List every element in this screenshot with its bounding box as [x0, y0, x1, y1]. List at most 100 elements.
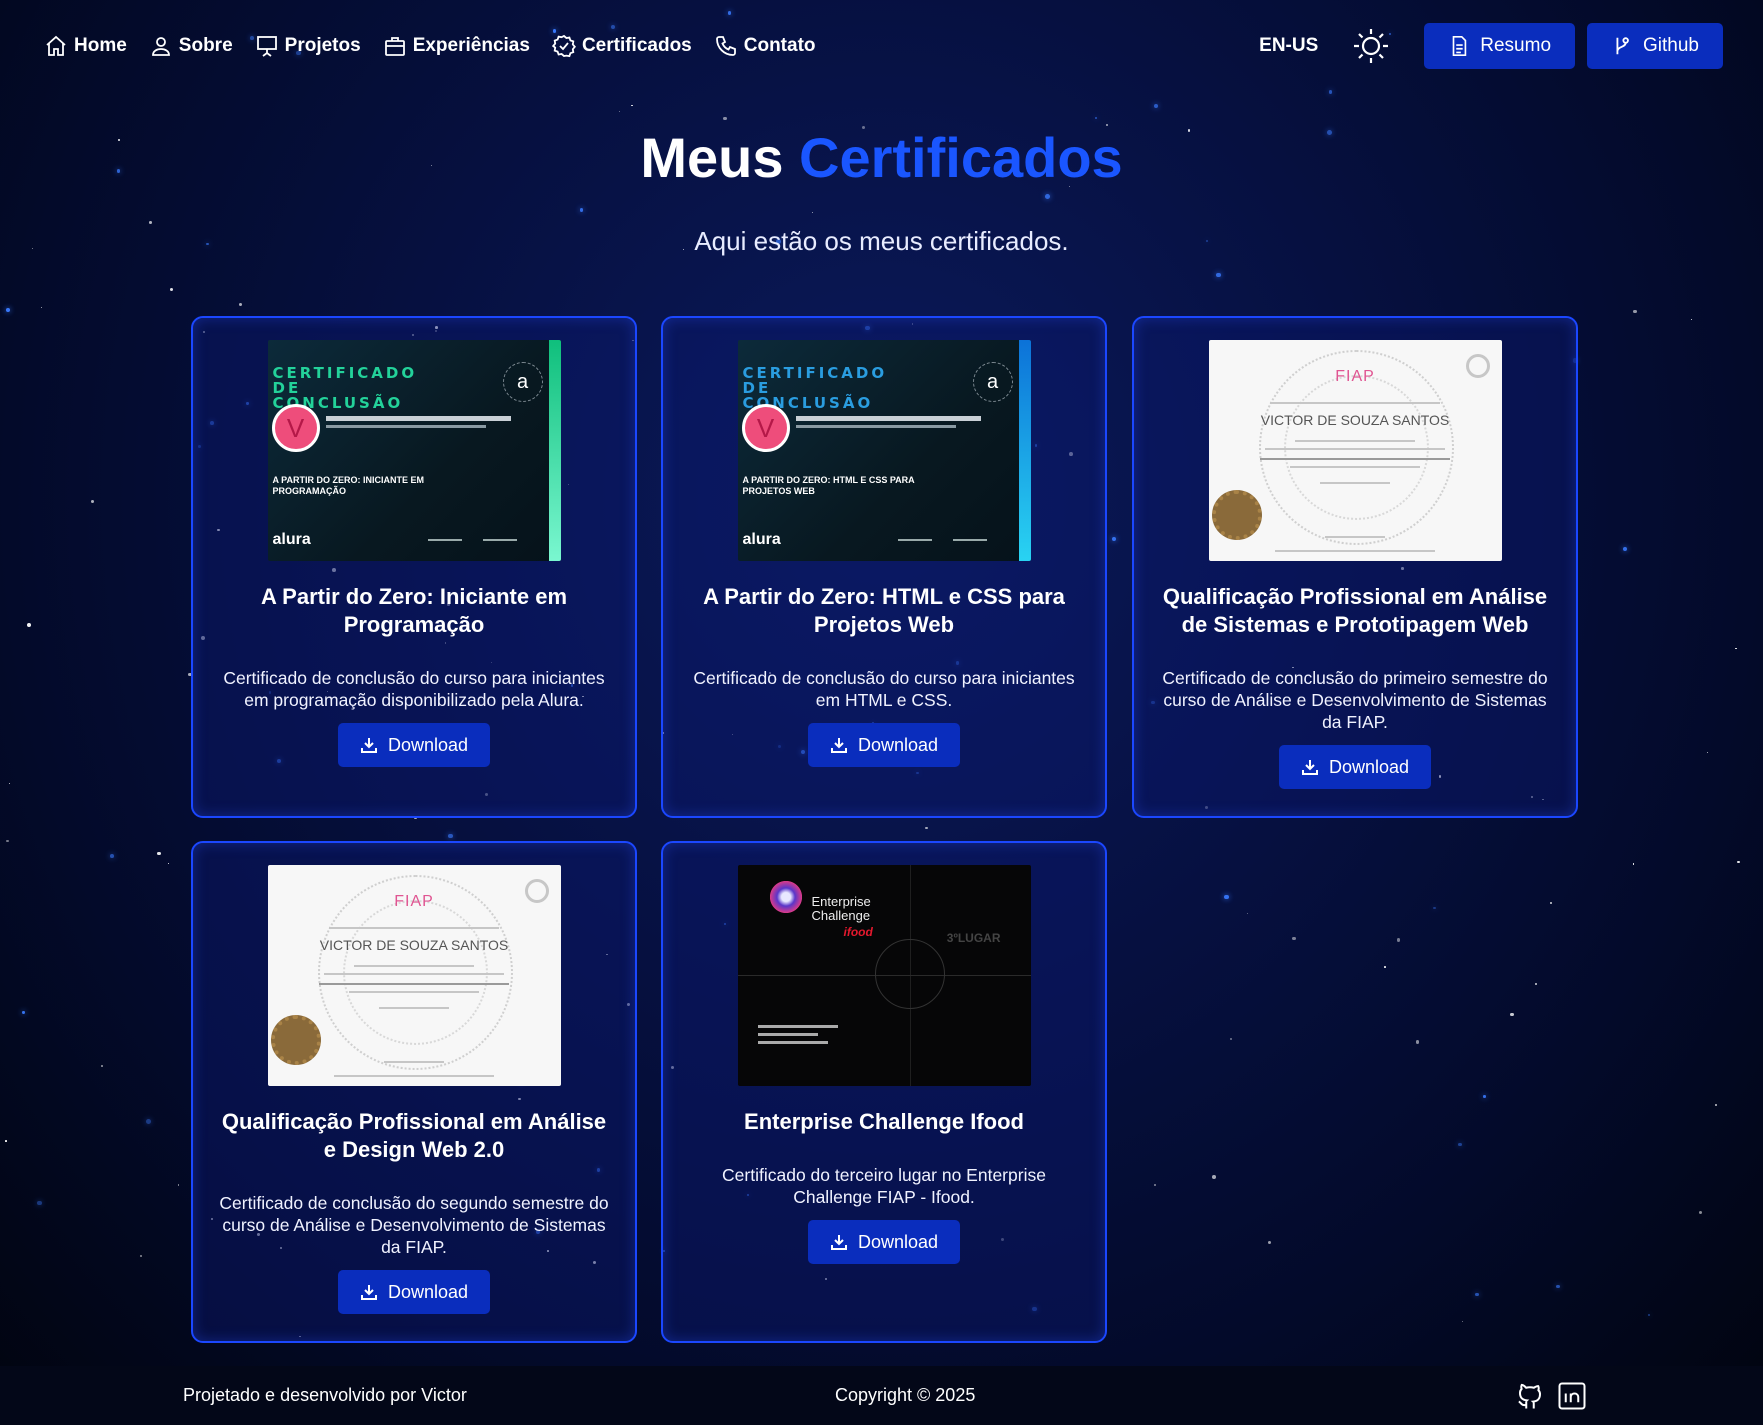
download-button-label: Download — [857, 1231, 939, 1252]
star — [238, 303, 242, 307]
text-line — [379, 1007, 449, 1009]
gold-seal — [1211, 490, 1262, 540]
signature-line — [897, 539, 932, 541]
star — [1622, 546, 1628, 552]
text-line — [757, 1025, 838, 1028]
alura-logo: alura — [742, 531, 781, 548]
download-button[interactable]: Download — [337, 1270, 491, 1314]
star — [1534, 982, 1537, 986]
nav-sobre[interactable]: Sobre — [149, 34, 233, 58]
star — [1734, 647, 1737, 650]
star — [1229, 1037, 1233, 1040]
resume-button[interactable]: Resumo — [1424, 23, 1576, 69]
nav-contato[interactable]: Contato — [714, 34, 816, 58]
text-line — [334, 1075, 494, 1077]
star — [1111, 537, 1117, 542]
certificate-description: Certificado de conclusão do segundo seme… — [219, 1193, 609, 1257]
page-subtitle: Aqui estão os meus certificados. — [694, 226, 1069, 256]
star — [1648, 1314, 1651, 1317]
star — [37, 1200, 42, 1205]
certificate-thumbnail[interactable]: CERTIFICADO DE CONCLUSÃO a V A PARTIR DO… — [737, 340, 1031, 561]
enterprise-challenge-text: Enterprise Challenge — [812, 895, 871, 923]
download-button[interactable]: Download — [1278, 745, 1432, 789]
text-line — [757, 1041, 828, 1044]
text-line — [329, 927, 499, 929]
user-icon — [151, 37, 170, 56]
certificate-thumbnail[interactable]: FIAP VICTOR DE SOUZA SANTOS — [267, 865, 561, 1086]
star — [1461, 1320, 1463, 1322]
nav-links: Home Sobre Projetos Experiências Certifi… — [44, 34, 816, 58]
star — [1396, 938, 1401, 942]
download-button[interactable]: Download — [807, 1220, 961, 1264]
nav-projetos[interactable]: Projetos — [255, 34, 361, 58]
star — [1415, 1040, 1420, 1044]
download-button-label: Download — [387, 1281, 469, 1302]
star — [1153, 103, 1159, 109]
text-line — [324, 973, 504, 975]
star — [727, 11, 732, 15]
star — [1384, 966, 1386, 968]
nav-right: EN-US Resumo Github — [1259, 23, 1723, 69]
nav-contato-label: Contato — [743, 35, 816, 56]
certificate-card: CERTIFICADO DE CONCLUSÃO a V A PARTIR DO… — [661, 316, 1107, 818]
fiap-logo: FIAP — [1335, 368, 1375, 385]
star — [1328, 90, 1333, 94]
nav-home-label: Home — [74, 35, 127, 56]
footer: Projetado e desenvolvido por Victor Copy… — [0, 1366, 1763, 1425]
certificate-thumbnail[interactable]: Enterprise Challenge ifood 3ºLUGAR — [737, 865, 1031, 1086]
star — [40, 307, 42, 309]
certificate-card: CERTIFICADO DE CONCLUSÃO a V A PARTIR DO… — [191, 316, 637, 818]
star — [1292, 936, 1296, 941]
nav-certificados[interactable]: Certificados — [551, 34, 692, 58]
star — [27, 622, 32, 627]
star — [168, 862, 170, 864]
home-icon — [46, 35, 66, 56]
download-icon — [830, 738, 847, 753]
theme-toggle[interactable] — [1352, 27, 1390, 65]
nav-home[interactable]: Home — [44, 34, 127, 58]
ec-line2: Challenge — [811, 908, 871, 923]
download-button[interactable]: Download — [807, 723, 961, 767]
star — [812, 212, 814, 214]
nav-experiencias[interactable]: Experiências — [383, 34, 530, 58]
language-toggle[interactable]: EN-US — [1259, 35, 1318, 57]
place-label: 3ºLUGAR — [946, 931, 1001, 945]
name-line — [795, 416, 981, 421]
star — [6, 308, 10, 312]
nav-certificados-label: Certificados — [581, 35, 692, 56]
star — [1715, 1103, 1718, 1106]
signature-line — [384, 1061, 444, 1063]
alura-logo: alura — [272, 531, 311, 548]
download-button[interactable]: Download — [337, 723, 491, 767]
git-branch-icon — [1616, 37, 1629, 55]
signature-line — [952, 539, 987, 541]
gold-seal — [270, 1015, 321, 1065]
alura-badge-icon: a — [502, 362, 543, 402]
github-button[interactable]: Github — [1587, 23, 1723, 69]
github-button-label: Github — [1643, 35, 1699, 56]
text-line — [354, 965, 474, 967]
github-icon[interactable] — [1515, 1381, 1545, 1411]
certificate-description: Certificado de conclusão do curso para i… — [693, 668, 1075, 710]
star — [1549, 902, 1552, 905]
certificate-title: A Partir do Zero: Iniciante em Programaç… — [260, 584, 568, 637]
text-line — [1290, 466, 1420, 468]
text-line — [1260, 458, 1450, 460]
star — [5, 1140, 7, 1142]
linkedin-icon[interactable] — [1557, 1381, 1587, 1411]
decor-ring — [874, 939, 945, 1009]
star — [1212, 1175, 1217, 1180]
certificate-description: Certificado de conclusão do primeiro sem… — [1162, 668, 1548, 732]
avatar: V — [271, 404, 320, 452]
certificate-title: Qualificação Profissional em Análise e D… — [221, 1109, 607, 1162]
star — [925, 826, 928, 830]
certificate-thumbnail[interactable]: CERTIFICADO DE CONCLUSÃO a V A PARTIR DO… — [267, 340, 561, 561]
text-line — [349, 991, 479, 993]
text-line — [1320, 482, 1390, 484]
name-line — [325, 416, 511, 421]
page-title-prefix: Meus — [640, 126, 784, 189]
certificate-thumbnail[interactable]: FIAP VICTOR DE SOUZA SANTOS — [1208, 340, 1502, 561]
download-icon — [830, 1235, 847, 1250]
star — [1224, 894, 1229, 899]
certificate-title: A Partir do Zero: HTML e CSS para Projet… — [703, 584, 1065, 637]
